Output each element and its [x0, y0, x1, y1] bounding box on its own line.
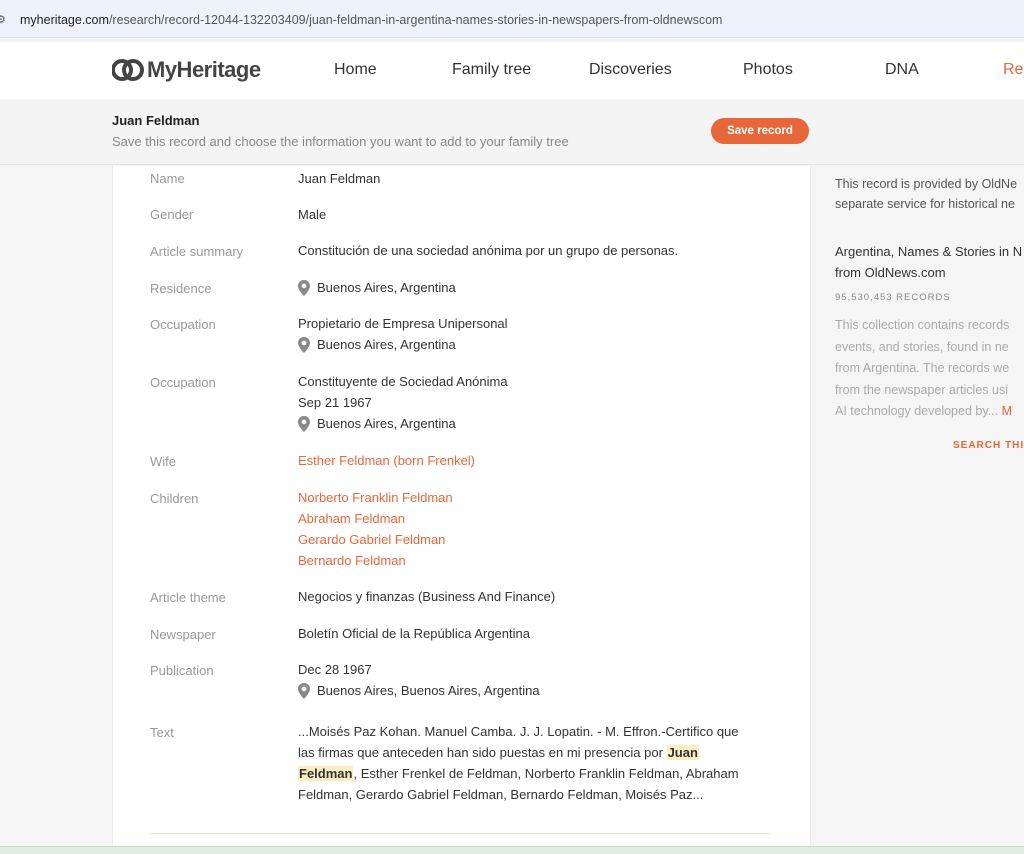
- highlighted-name: Juan: [666, 745, 699, 760]
- nav-dna[interactable]: DNA: [885, 61, 919, 79]
- article-theme-value: Negocios y finanzas (Business And Financ…: [298, 589, 556, 604]
- nav-family-tree[interactable]: Family tree: [452, 61, 531, 79]
- occupation-title: Constituyente de Sociedad Anónima: [298, 374, 508, 389]
- nav-research[interactable]: Re: [1003, 61, 1023, 79]
- highlighted-surname: Feldman: [298, 766, 354, 781]
- url-text[interactable]: myheritage.com/research/record-12044-132…: [20, 13, 722, 27]
- article-text: ...Moisés Paz Kohan. Manuel Camba. J. J.…: [298, 721, 753, 805]
- residence-label: Residence: [150, 281, 212, 296]
- occupation-place: Buenos Aires, Argentina: [317, 416, 456, 431]
- publication-label: Publication: [150, 663, 214, 678]
- residence-value: Buenos Aires, Argentina: [298, 277, 456, 298]
- location-pin-icon: [298, 682, 310, 699]
- search-collection-link[interactable]: SEARCH THIS: [953, 440, 1024, 451]
- occupation-date: Sep 21 1967: [298, 395, 372, 410]
- nav-discoveries[interactable]: Discoveries: [589, 61, 672, 79]
- save-instructions: Save this record and choose the informat…: [112, 134, 569, 149]
- nav-photos[interactable]: Photos: [743, 61, 793, 79]
- article-summary-value: Constitución de una sociedad anónima por…: [298, 243, 679, 258]
- gender-label: Gender: [150, 207, 194, 222]
- browser-address-bar[interactable]: ⚙ myheritage.com/research/record-12044-1…: [0, 0, 1024, 38]
- more-link[interactable]: M: [1002, 404, 1012, 418]
- nav-home[interactable]: Home: [334, 61, 377, 79]
- save-record-button[interactable]: Save record: [711, 118, 809, 144]
- newspaper-value: Boletín Oficial de la República Argentin…: [298, 626, 530, 641]
- myheritage-logo[interactable]: MyHeritage: [112, 57, 261, 83]
- occupation-location: Buenos Aires, Argentina: [298, 334, 508, 355]
- occupation-place: Buenos Aires, Argentina: [317, 337, 456, 352]
- occupation-label: Occupation: [150, 317, 216, 332]
- occupation-label: Occupation: [150, 375, 216, 390]
- publication-date: Dec 28 1967: [298, 662, 372, 677]
- publication-place: Buenos Aires, Buenos Aires, Argentina: [317, 683, 540, 698]
- wife-link[interactable]: Esther Feldman (born Frenkel): [298, 450, 475, 471]
- top-navigation: MyHeritage Home Family tree Discoveries …: [0, 42, 1024, 100]
- article-summary-label: Article summary: [150, 244, 244, 259]
- child-link[interactable]: Norberto Franklin Feldman: [298, 487, 453, 508]
- child-link[interactable]: Bernardo Feldman: [298, 550, 453, 571]
- logo-text: MyHeritage: [147, 57, 261, 82]
- publication-location: Buenos Aires, Buenos Aires, Argentina: [298, 680, 540, 701]
- occupation-value: Constituyente de Sociedad Anónima Sep 21…: [298, 371, 508, 434]
- newspaper-label: Newspaper: [150, 627, 216, 642]
- record-person-name: Juan Feldman: [112, 113, 200, 128]
- wife-label: Wife: [150, 454, 176, 469]
- divider: [150, 833, 770, 834]
- occupation-title: Propietario de Empresa Unipersonal: [298, 316, 508, 331]
- collection-description: This collection contains records events,…: [835, 318, 1012, 418]
- save-record-bar: Juan Feldman Save this record and choose…: [0, 99, 1024, 165]
- occupation-location: Buenos Aires, Argentina: [298, 413, 508, 434]
- child-link[interactable]: Gerardo Gabriel Feldman: [298, 529, 453, 550]
- article-text-after: , Esther Frenkel de Feldman, Norberto Fr…: [298, 766, 739, 802]
- residence-place: Buenos Aires, Argentina: [317, 280, 456, 295]
- provider-note: This record is provided by OldNe separat…: [835, 177, 1018, 211]
- myheritage-logo-icon: [112, 59, 144, 81]
- children-list: Norberto Franklin Feldman Abraham Feldma…: [298, 487, 453, 571]
- publication-value: Dec 28 1967 Buenos Aires, Buenos Aires, …: [298, 659, 540, 701]
- gender-value: Male: [298, 207, 327, 222]
- text-label: Text: [150, 725, 174, 740]
- collection-title[interactable]: Argentina, Names & Stories in N from Old…: [835, 241, 1022, 283]
- records-count: 95,530,453 RECORDS: [835, 292, 951, 303]
- location-pin-icon: [298, 279, 310, 296]
- location-pin-icon: [298, 415, 310, 432]
- name-label: Name: [150, 171, 185, 186]
- occupation-value: Propietario de Empresa Unipersonal Bueno…: [298, 313, 508, 355]
- site-settings-icon[interactable]: ⚙: [0, 13, 6, 26]
- collection-sidebar: This record is provided by OldNe separat…: [835, 166, 1024, 846]
- location-pin-icon: [298, 336, 310, 353]
- child-link[interactable]: Abraham Feldman: [298, 508, 453, 529]
- name-value: Juan Feldman: [298, 171, 381, 186]
- children-label: Children: [150, 491, 199, 506]
- article-theme-label: Article theme: [150, 590, 226, 605]
